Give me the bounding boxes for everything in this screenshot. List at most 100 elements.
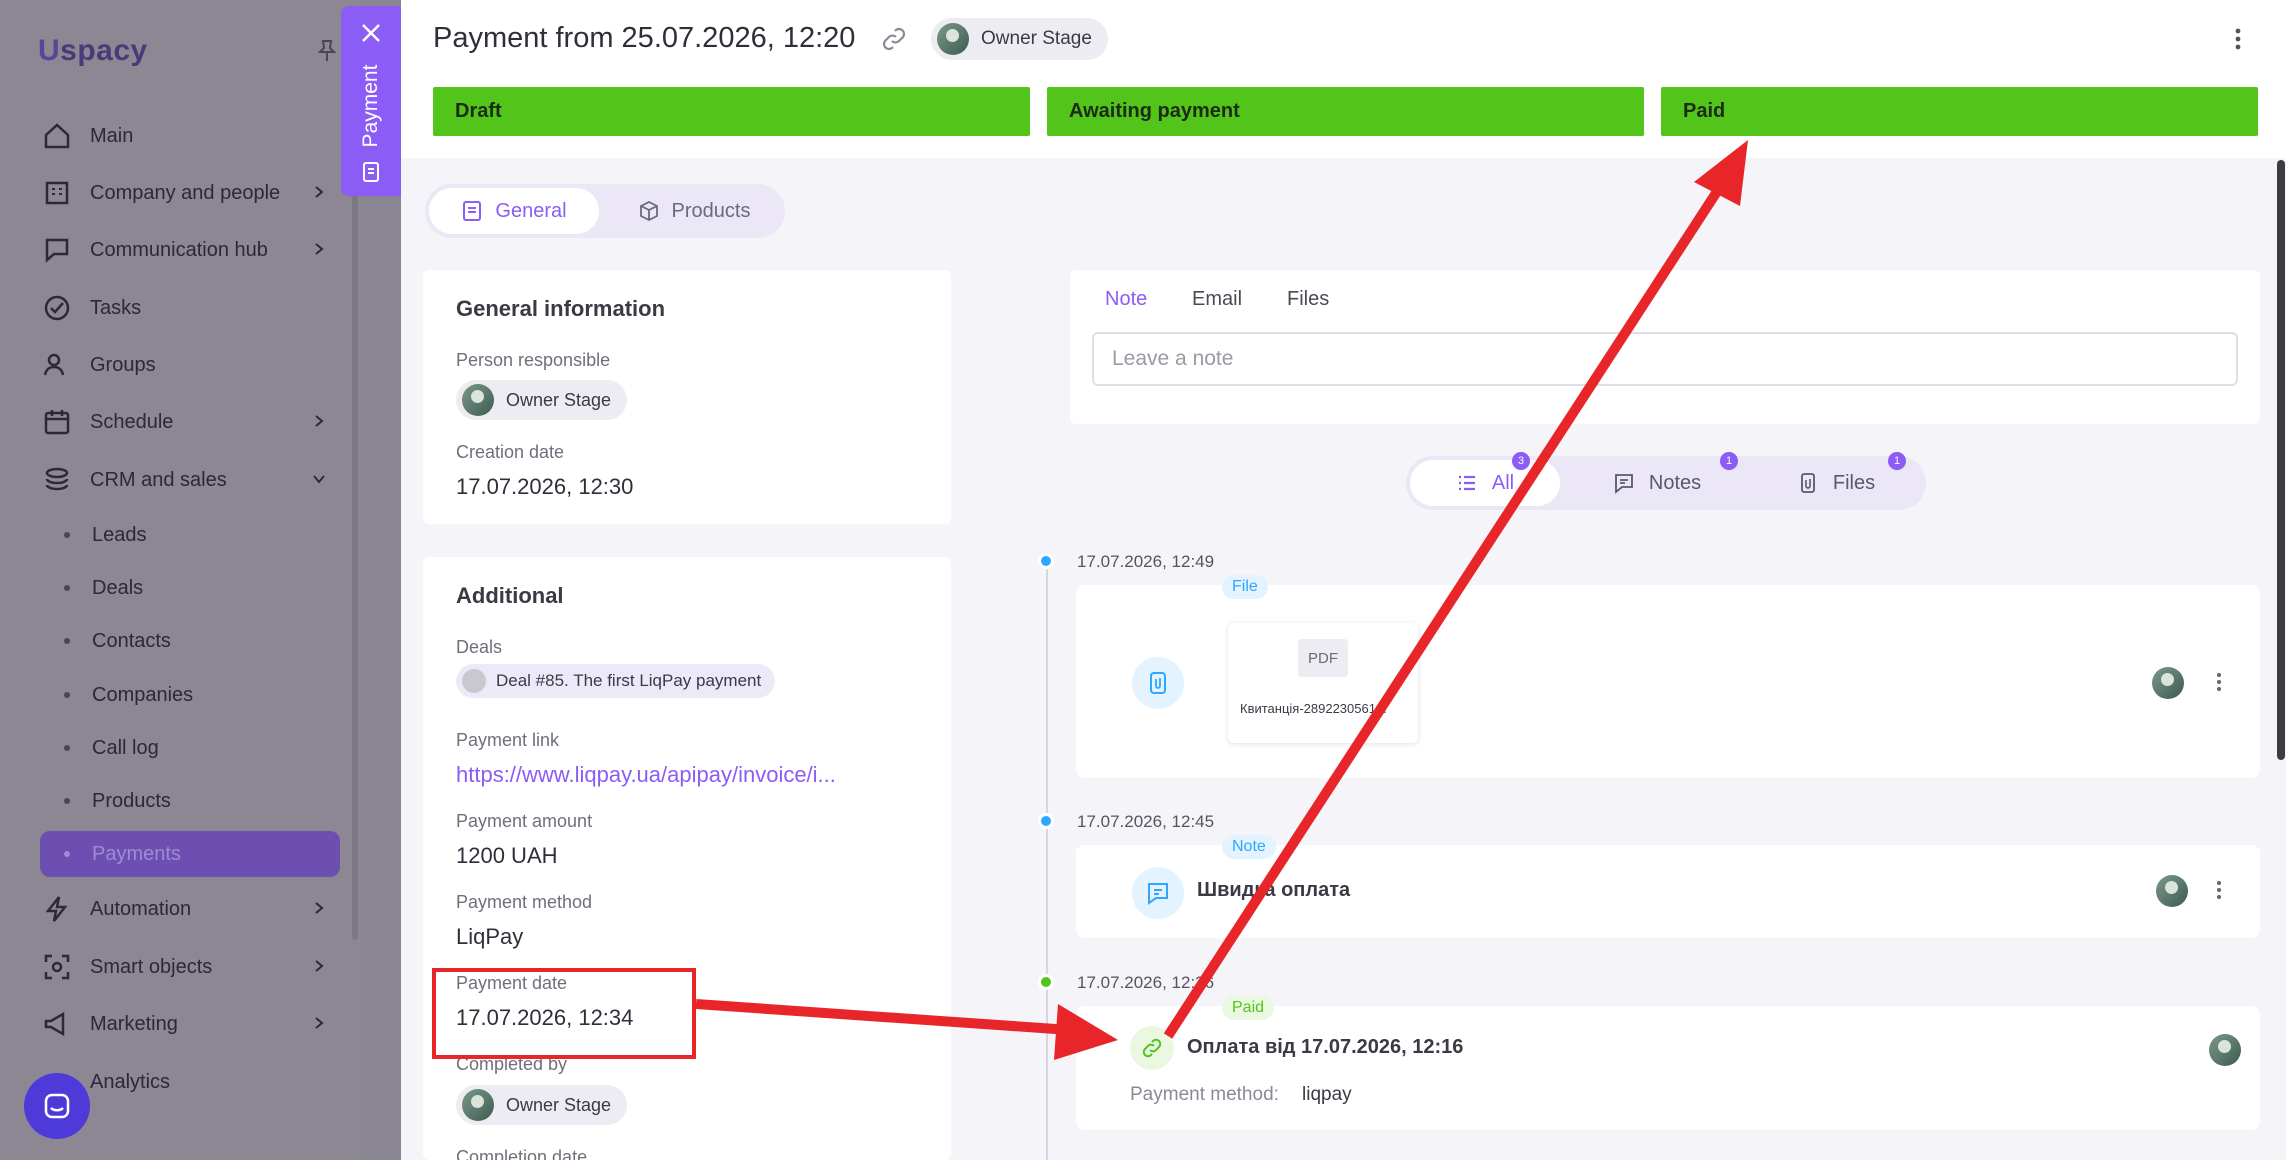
sidebar-item-contacts[interactable]: Contacts [40, 618, 340, 664]
payment-title: Оплата від 17.07.2026, 12:16 [1187, 1036, 1464, 1058]
tab-products[interactable]: Products [609, 188, 779, 234]
nav-item-crm-and-sales[interactable]: CRM and sales [40, 455, 340, 505]
megaphone-icon [40, 1007, 74, 1041]
filter-files[interactable]: Files 1 [1766, 452, 1906, 506]
payment-amount-label: Payment amount [456, 811, 593, 831]
timeline-item-payment: Paid Оплата від 17.07.2026, 12:16 Paymen… [1076, 996, 2260, 1130]
stage-label: Paid [1683, 100, 1726, 122]
nav-item-main[interactable]: Main [40, 111, 340, 161]
nav-item-automation[interactable]: Automation [40, 884, 340, 934]
pdf-icon: PDF [1298, 639, 1348, 677]
support-chat-button[interactable] [24, 1073, 90, 1139]
nav-item-company-and-people[interactable]: Company and people [40, 168, 340, 218]
more-options-icon[interactable] [2233, 26, 2243, 52]
home-icon [40, 119, 74, 153]
person-responsible-chip[interactable]: Owner Stage [456, 380, 628, 420]
composer-tab-files[interactable]: Files [1287, 288, 1329, 311]
composer-tab-note[interactable]: Note [1105, 288, 1147, 311]
payment-side-tab[interactable]: Payment [341, 6, 401, 196]
nav-item-label: CRM and sales [90, 468, 227, 491]
sidebar-item-call-log[interactable]: Call log [40, 725, 340, 771]
stage-paid[interactable]: Paid [1661, 87, 2258, 136]
page-title: Payment from 25.07.2026, 12:20 [433, 22, 856, 54]
panel-scrollbar[interactable] [2277, 160, 2285, 760]
nav-item-schedule[interactable]: Schedule [40, 397, 340, 447]
sub-item-label: Products [92, 789, 171, 812]
chat-icon [44, 1093, 70, 1119]
filter-label: Files [1832, 471, 1876, 494]
bullet-icon [64, 692, 70, 698]
more-options-icon[interactable] [2215, 879, 2223, 901]
nav-item-communication-hub[interactable]: Communication hub [40, 225, 340, 275]
sub-item-label: Call log [92, 736, 159, 759]
owner-name: Owner Stage [981, 28, 1092, 49]
nav-item-label: Communication hub [90, 238, 268, 261]
list-icon [1458, 475, 1475, 491]
nav-item-tasks[interactable]: Tasks [40, 283, 340, 333]
sidebar-scrollbar[interactable] [352, 160, 358, 940]
note-icon [1132, 867, 1184, 919]
tag-file: File [1222, 575, 1268, 599]
timeline-dot [1038, 553, 1054, 569]
creation-date-value: 17.07.2026, 12:30 [456, 474, 634, 499]
check-circle-icon [40, 291, 74, 325]
chevron-right-icon [315, 902, 324, 914]
sidebar-item-payments[interactable]: Payments [40, 831, 340, 877]
owner-chip[interactable]: Owner Stage [931, 18, 1108, 60]
note-input[interactable] [1092, 332, 2238, 386]
general-information-card: General information Person responsible O… [423, 270, 951, 524]
sidebar-item-deals[interactable]: Deals [40, 565, 340, 611]
nav-item-label: Analytics [90, 1070, 171, 1093]
file-icon [1800, 473, 1815, 493]
bolt-icon [40, 892, 74, 926]
person-name: Owner Stage [506, 389, 612, 410]
nav-item-smart-objects[interactable]: Smart objects [40, 942, 340, 992]
payment-link[interactable]: https://www.liqpay.ua/apipay/invoice/i..… [456, 762, 836, 788]
creation-date-label: Creation date [456, 442, 565, 462]
completed-by-name: Owner Stage [506, 1094, 612, 1115]
app-logo[interactable]: Uspacy [38, 34, 148, 68]
chevron-right-icon [315, 1017, 324, 1029]
chevron-right-icon [315, 186, 324, 198]
count-badge: 1 [1888, 452, 1906, 470]
avatar [2209, 1034, 2241, 1066]
filter-label: All [1491, 471, 1515, 494]
composer-tab-email[interactable]: Email [1192, 288, 1242, 311]
nav-item-groups[interactable]: Groups [40, 340, 340, 390]
deal-chip[interactable]: Deal #85. The first LiqPay payment [456, 664, 776, 698]
box-icon [639, 200, 658, 222]
more-options-icon[interactable] [2215, 671, 2223, 693]
bullet-icon [64, 532, 70, 538]
sub-item-label: Contacts [92, 629, 171, 652]
chevron-right-icon [315, 960, 324, 972]
pin-icon[interactable] [318, 40, 336, 62]
payment-link-label: Payment link [456, 730, 560, 750]
tab-general[interactable]: General [429, 188, 599, 234]
stage-draft[interactable]: Draft [433, 87, 1030, 136]
bullet-icon [64, 585, 70, 591]
nav-item-label: Main [90, 124, 134, 147]
calendar-icon [40, 405, 74, 439]
sidebar-item-companies[interactable]: Companies [40, 672, 340, 718]
close-icon[interactable] [358, 20, 384, 46]
sidebar-item-leads[interactable]: Leads [40, 512, 340, 558]
payment-link-icon [1130, 1026, 1174, 1070]
stage-awaiting-payment[interactable]: Awaiting payment [1047, 87, 1644, 136]
link-icon[interactable] [881, 26, 907, 52]
completed-by-chip[interactable]: Owner Stage [456, 1085, 628, 1125]
payment-amount-value: 1200 UAH [456, 843, 558, 868]
bullet-icon [64, 638, 70, 644]
timeline-dot [1038, 974, 1054, 990]
panel-header: Payment from 25.07.2026, 12:20 Owner Sta… [401, 0, 2286, 158]
filter-all[interactable]: All 3 [1410, 452, 1560, 506]
file-thumbnail[interactable]: PDF Квитанція-2892230561... [1228, 623, 1418, 743]
side-tab-label: Payment [359, 64, 382, 148]
sidebar-item-products[interactable]: Products [40, 778, 340, 824]
filter-notes[interactable]: Notes 1 [1582, 452, 1738, 506]
timeline-item-note: Note Швидка оплата [1076, 835, 2260, 938]
feed-filter: All 3 Notes 1 Files 1 [1406, 452, 1926, 510]
timeline-line [1046, 565, 1048, 1160]
nav-item-marketing[interactable]: Marketing [40, 999, 340, 1049]
document-icon [363, 162, 379, 182]
stack-icon [40, 463, 74, 497]
